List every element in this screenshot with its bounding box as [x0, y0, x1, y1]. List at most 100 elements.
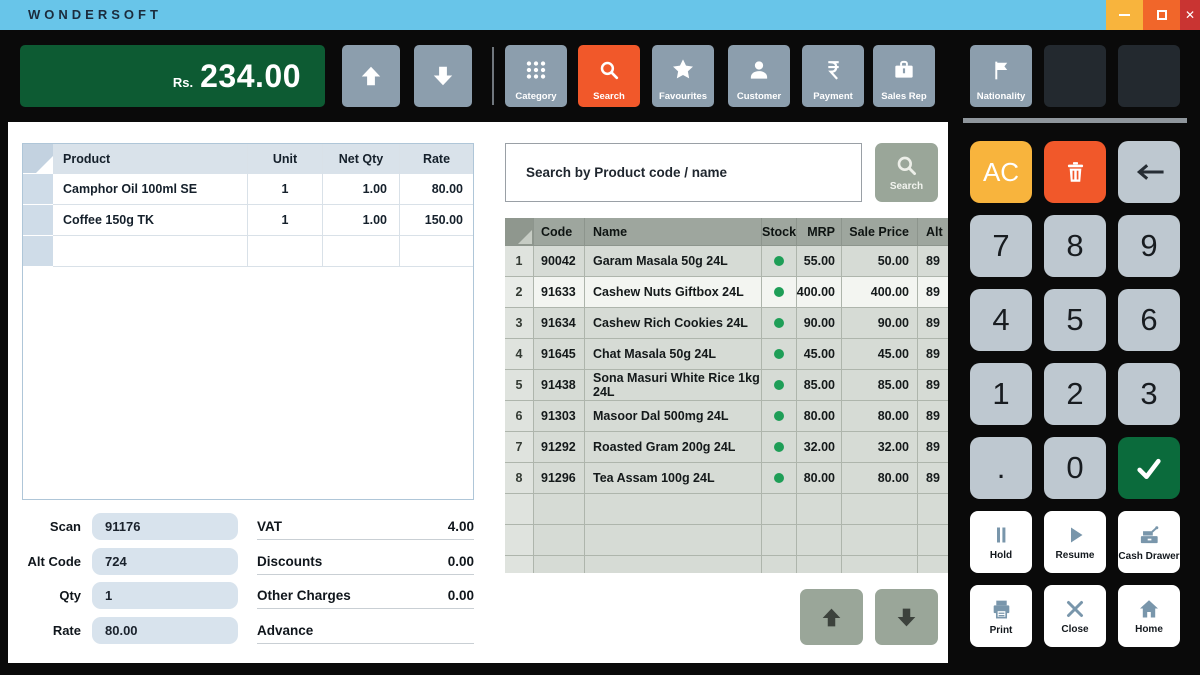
product-search-input[interactable]: [506, 144, 861, 201]
window-maximize-button[interactable]: [1143, 0, 1180, 30]
cell-sale-price: 80.00: [842, 463, 918, 494]
flag-icon: [989, 45, 1014, 91]
cell-name: Roasted Gram 200g 24L: [585, 432, 762, 463]
keypad-enter-button[interactable]: [1118, 437, 1180, 499]
toolbar-payment-button[interactable]: Payment: [802, 45, 864, 107]
keypad-backspace-button[interactable]: [1118, 141, 1180, 203]
print-button[interactable]: Print: [970, 585, 1032, 647]
cell-alt: 89: [918, 246, 948, 277]
cell-sale-price: 45.00: [842, 339, 918, 370]
product-row[interactable]: 4 91645 Chat Masala 50g 24L 45.00 45.00 …: [505, 339, 948, 370]
cell-stock: [762, 370, 797, 401]
qty-input[interactable]: 1: [92, 582, 238, 609]
product-row[interactable]: 1 90042 Garam Masala 50g 24L 55.00 50.00…: [505, 246, 948, 277]
cell-code: 91303: [534, 401, 585, 432]
product-row[interactable]: 3 91634 Cashew Rich Cookies 24L 90.00 90…: [505, 308, 948, 339]
cart-scroll-up-button[interactable]: [342, 45, 400, 107]
discounts-row: Discounts 0.00: [257, 548, 474, 575]
app-title: WONDERSOFT: [28, 0, 162, 30]
rate-input[interactable]: 80.00: [92, 617, 238, 644]
keypad-8-button[interactable]: 8: [1044, 215, 1106, 277]
cell-stock: [762, 463, 797, 494]
toolbar-category-button[interactable]: Category: [505, 45, 567, 107]
vat-label: VAT: [257, 519, 282, 534]
in-stock-dot-icon: [774, 380, 784, 390]
cart-row-empty[interactable]: [23, 236, 473, 267]
keypad-clear-button[interactable]: [1044, 141, 1106, 203]
col-sale-price: Sale Price: [842, 218, 918, 246]
products-page-up-button[interactable]: [800, 589, 863, 645]
total-amount-display: Rs. 234.00: [20, 45, 325, 107]
in-stock-dot-icon: [774, 349, 784, 359]
keypad-decimal-button[interactable]: .: [970, 437, 1032, 499]
toolbar-sales-rep-button[interactable]: Sales Rep: [873, 45, 935, 107]
cell-stock: [762, 308, 797, 339]
close-button[interactable]: Close: [1044, 585, 1106, 647]
product-row[interactable]: 7 91292 Roasted Gram 200g 24L 32.00 32.0…: [505, 432, 948, 463]
play-icon: [1063, 523, 1087, 547]
window-minimize-button[interactable]: [1106, 0, 1143, 30]
cell-mrp: 32.00: [797, 432, 842, 463]
cell-sale-price: 400.00: [842, 277, 918, 308]
scan-input[interactable]: 91176: [92, 513, 238, 540]
discounts-value: 0.00: [448, 554, 474, 569]
keypad-1-button[interactable]: 1: [970, 363, 1032, 425]
toolbar-search-button[interactable]: Search: [578, 45, 640, 107]
keypad-ac-button[interactable]: AC: [970, 141, 1032, 203]
cell-code: 90042: [534, 246, 585, 277]
cell-net-qty: 1.00: [323, 205, 400, 236]
advance-label: Advance: [257, 623, 313, 638]
search-icon: [894, 153, 920, 179]
in-stock-dot-icon: [774, 256, 784, 266]
maximize-icon: [1157, 10, 1167, 20]
checkmark-icon: [1134, 453, 1164, 483]
corner-triangle-icon: [518, 230, 532, 244]
toolbar-nationality-button[interactable]: Nationality: [970, 45, 1032, 107]
currency-label: Rs.: [173, 75, 193, 90]
advance-row: Advance: [257, 617, 474, 644]
keypad-6-button[interactable]: 6: [1118, 289, 1180, 351]
keypad-2-button[interactable]: 2: [1044, 363, 1106, 425]
product-row[interactable]: 5 91438 Sona Masuri White Rice 1kg 24L 8…: [505, 370, 948, 401]
products-page-down-button[interactable]: [875, 589, 938, 645]
keypad-3-button[interactable]: 3: [1118, 363, 1180, 425]
products-select-all-cell[interactable]: [505, 218, 534, 246]
col-mrp: MRP: [797, 218, 842, 246]
keypad-9-button[interactable]: 9: [1118, 215, 1180, 277]
cart-row[interactable]: Coffee 150g TK 1 1.00 150.00: [23, 205, 473, 236]
home-button[interactable]: Home: [1118, 585, 1180, 647]
cart-col-unit: Unit: [248, 144, 323, 174]
cell-name: Tea Assam 100g 24L: [585, 463, 762, 494]
keypad-7-button[interactable]: 7: [970, 215, 1032, 277]
cart-scroll-down-button[interactable]: [414, 45, 472, 107]
toolbar-favourites-button[interactable]: Favourites: [652, 45, 714, 107]
keypad-4-button[interactable]: 4: [970, 289, 1032, 351]
cash-drawer-button[interactable]: Cash Drawer: [1118, 511, 1180, 573]
product-row[interactable]: 6 91303 Masoor Dal 500mg 24L 80.00 80.00…: [505, 401, 948, 432]
product-row-selected[interactable]: 2 91633 Cashew Nuts Giftbox 24L 400.00 4…: [505, 277, 948, 308]
cell-product: Camphor Oil 100ml SE: [53, 174, 248, 205]
toolbar-customer-button[interactable]: Customer: [728, 45, 790, 107]
pos-app: { "titlebar": { "app_name": "WONDERSOFT"…: [0, 0, 1200, 675]
alt-code-input[interactable]: 724: [92, 548, 238, 575]
toolbar-divider: [492, 47, 494, 105]
in-stock-dot-icon: [774, 442, 784, 452]
keypad-0-button[interactable]: 0: [1044, 437, 1106, 499]
cell-alt: 89: [918, 277, 948, 308]
cell-alt: 89: [918, 308, 948, 339]
titlebar: WONDERSOFT ✕: [0, 0, 1200, 30]
cell-sale-price: 50.00: [842, 246, 918, 277]
resume-button[interactable]: Resume: [1044, 511, 1106, 573]
search-go-button[interactable]: Search: [875, 143, 938, 202]
col-code: Code: [534, 218, 585, 246]
cart-row[interactable]: Camphor Oil 100ml SE 1 1.00 80.00: [23, 174, 473, 205]
product-row[interactable]: 8 91296 Tea Assam 100g 24L 80.00 80.00 8…: [505, 463, 948, 494]
keypad-5-button[interactable]: 5: [1044, 289, 1106, 351]
hold-button[interactable]: Hold: [970, 511, 1032, 573]
grid-icon: [523, 45, 549, 91]
cart-select-all-cell[interactable]: [23, 144, 53, 174]
window-close-button[interactable]: ✕: [1180, 0, 1200, 30]
cell-code: 91292: [534, 432, 585, 463]
products-header-row: Code Name Stock MRP Sale Price Alt: [505, 218, 948, 246]
cell-name: Sona Masuri White Rice 1kg 24L: [585, 370, 762, 401]
